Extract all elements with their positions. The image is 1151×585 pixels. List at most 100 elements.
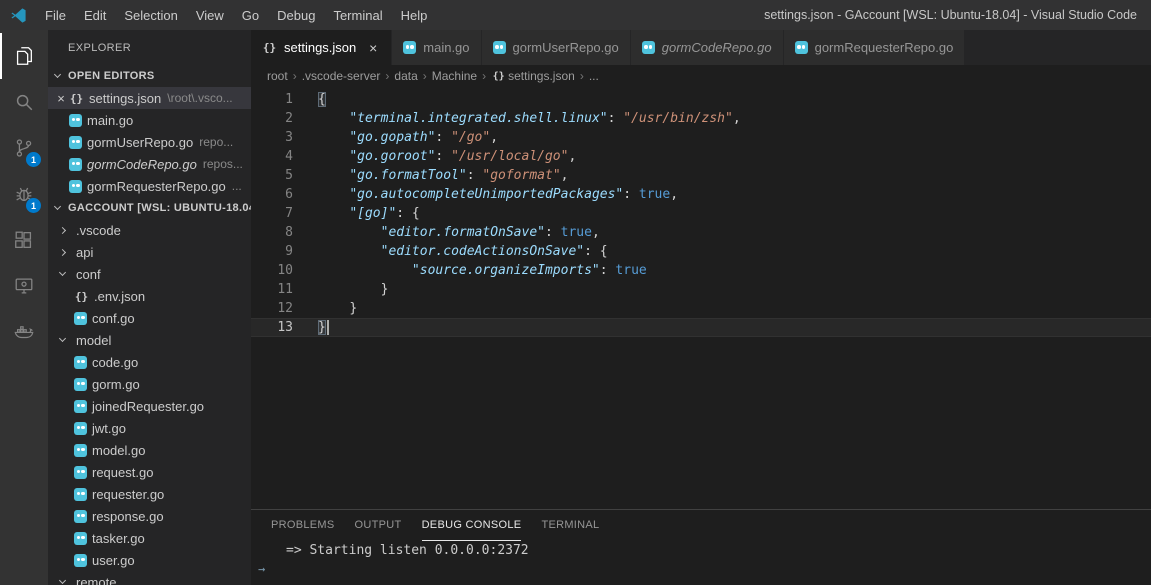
json-file-icon: {}: [69, 92, 84, 105]
tree-folder-model[interactable]: model: [48, 329, 251, 351]
search-icon[interactable]: [0, 79, 48, 125]
close-icon[interactable]: ×: [53, 91, 69, 106]
code-line[interactable]: 9 "editor.codeActionsOnSave": {: [251, 242, 1151, 261]
token: :: [435, 130, 451, 145]
menu-file[interactable]: File: [36, 0, 75, 30]
tab-gormUserRepo.go[interactable]: gormUserRepo.go: [482, 30, 631, 65]
line-number[interactable]: 4: [251, 147, 318, 166]
code-line[interactable]: 4 "go.goroot": "/usr/local/go",: [251, 147, 1151, 166]
remote-explorer-icon[interactable]: [0, 263, 48, 309]
code-line[interactable]: 1{: [251, 90, 1151, 109]
panel-tab-terminal[interactable]: TERMINAL: [541, 510, 599, 541]
tree-file-model.go[interactable]: model.go: [48, 439, 251, 461]
code-line[interactable]: 7 "[go]": {: [251, 204, 1151, 223]
tree-file-requester.go[interactable]: requester.go: [48, 483, 251, 505]
open-editor-item[interactable]: gormCodeRepo.gorepos...: [48, 153, 251, 175]
code-text: {: [318, 90, 326, 109]
source-control-icon[interactable]: 1: [0, 125, 48, 171]
go-file-icon: [403, 41, 416, 54]
close-icon[interactable]: ×: [366, 40, 380, 56]
chevron-right-icon: ›: [423, 69, 427, 83]
menu-view[interactable]: View: [187, 0, 233, 30]
code-line[interactable]: 13}: [251, 318, 1151, 337]
tree-file-response.go[interactable]: response.go: [48, 505, 251, 527]
line-number[interactable]: 2: [251, 109, 318, 128]
open-editor-item[interactable]: gormUserRepo.gorepo...: [48, 131, 251, 153]
tree-folder-api[interactable]: api: [48, 241, 251, 263]
docker-icon[interactable]: [0, 309, 48, 355]
breadcrumb-item[interactable]: ...: [589, 69, 599, 83]
tab-main.go[interactable]: main.go: [392, 30, 481, 65]
breadcrumb-item[interactable]: Machine: [432, 69, 477, 83]
file-label: code.go: [92, 355, 138, 370]
tree-file-jwt.go[interactable]: jwt.go: [48, 417, 251, 439]
tree-file-code.go[interactable]: code.go: [48, 351, 251, 373]
panel-tab-problems[interactable]: PROBLEMS: [271, 510, 335, 541]
code-line[interactable]: 5 "go.formatTool": "goformat",: [251, 166, 1151, 185]
code-line[interactable]: 2 "terminal.integrated.shell.linux": "/u…: [251, 109, 1151, 128]
line-number[interactable]: 13: [251, 318, 318, 337]
token: : {: [584, 244, 607, 259]
extensions-icon[interactable]: [0, 217, 48, 263]
panel-tab-output[interactable]: OUTPUT: [355, 510, 402, 541]
menu-debug[interactable]: Debug: [268, 0, 324, 30]
debug-icon[interactable]: 1: [0, 171, 48, 217]
breadcrumb-item[interactable]: .vscode-server: [302, 69, 381, 83]
tree-file-joinedRequester.go[interactable]: joinedRequester.go: [48, 395, 251, 417]
line-number[interactable]: 7: [251, 204, 318, 223]
line-number[interactable]: 1: [251, 90, 318, 109]
menu-help[interactable]: Help: [392, 0, 437, 30]
tree-file-gorm.go[interactable]: gorm.go: [48, 373, 251, 395]
breadcrumb-item[interactable]: root: [267, 69, 288, 83]
tree-file-conf.go[interactable]: conf.go: [48, 307, 251, 329]
console-input-prompt[interactable]: →: [251, 560, 1151, 579]
tree-file-tasker.go[interactable]: tasker.go: [48, 527, 251, 549]
tab-gormRequesterRepo.go[interactable]: gormRequesterRepo.go: [784, 30, 966, 65]
code-line[interactable]: 12 }: [251, 299, 1151, 318]
open-editor-item[interactable]: ×{}settings.json\root\.vsco...: [48, 87, 251, 109]
go-file-icon: [74, 554, 87, 567]
line-number[interactable]: 9: [251, 242, 318, 261]
tree-file-user.go[interactable]: user.go: [48, 549, 251, 571]
line-number[interactable]: 5: [251, 166, 318, 185]
explorer-icon[interactable]: [0, 33, 48, 79]
token: "terminal.integrated.shell.linux": [349, 111, 607, 126]
open-editor-item[interactable]: main.go: [48, 109, 251, 131]
code-line[interactable]: 3 "go.gopath": "/go",: [251, 128, 1151, 147]
token: [318, 282, 381, 297]
tree-file-request.go[interactable]: request.go: [48, 461, 251, 483]
breadcrumb-item[interactable]: data: [394, 69, 417, 83]
code-line[interactable]: 11 }: [251, 280, 1151, 299]
code-area[interactable]: 1{2 "terminal.integrated.shell.linux": "…: [251, 87, 1151, 509]
chevron-right-icon: ›: [482, 69, 486, 83]
tree-file-.env.json[interactable]: {}.env.json: [48, 285, 251, 307]
token: :: [600, 263, 616, 278]
menu-selection[interactable]: Selection: [115, 0, 186, 30]
breadcrumb-item[interactable]: {}settings.json: [491, 69, 575, 83]
code-line[interactable]: 6 "go.autocompleteUnimportedPackages": t…: [251, 185, 1151, 204]
code-line[interactable]: 8 "editor.formatOnSave": true,: [251, 223, 1151, 242]
line-number[interactable]: 12: [251, 299, 318, 318]
token: true: [615, 263, 646, 278]
tree-folder-remote[interactable]: remote: [48, 571, 251, 585]
tree-root-header[interactable]: GACCOUNT [WSL: UBUNTU-18.04]: [48, 197, 251, 219]
line-number[interactable]: 11: [251, 280, 318, 299]
line-number[interactable]: 6: [251, 185, 318, 204]
tab-settings.json[interactable]: {}settings.json×: [251, 30, 392, 65]
menu-go[interactable]: Go: [233, 0, 268, 30]
tree-folder-.vscode[interactable]: .vscode: [48, 219, 251, 241]
line-number[interactable]: 8: [251, 223, 318, 242]
tree-folder-conf[interactable]: conf: [48, 263, 251, 285]
console-output-line: => Starting listen 0.0.0.0:2372: [251, 541, 1151, 560]
panel-tab-debug-console[interactable]: DEBUG CONSOLE: [422, 510, 522, 541]
tab-gormCodeRepo.go[interactable]: gormCodeRepo.go: [631, 30, 784, 65]
menu-terminal[interactable]: Terminal: [324, 0, 391, 30]
go-file-icon: [69, 180, 82, 193]
file-label: main.go: [87, 113, 133, 128]
line-number[interactable]: 3: [251, 128, 318, 147]
code-line[interactable]: 10 "source.organizeImports": true: [251, 261, 1151, 280]
open-editor-item[interactable]: gormRequesterRepo.go...: [48, 175, 251, 197]
line-number[interactable]: 10: [251, 261, 318, 280]
open-editors-header[interactable]: OPEN EDITORS: [48, 65, 251, 87]
menu-edit[interactable]: Edit: [75, 0, 115, 30]
